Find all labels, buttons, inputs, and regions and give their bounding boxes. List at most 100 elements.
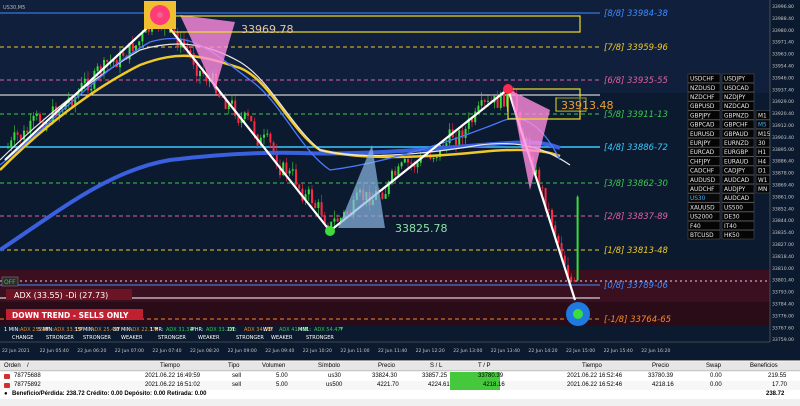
- symbol-label: USDJPY: [724, 77, 745, 83]
- column-header[interactable]: /: [27, 363, 29, 369]
- symbol-label: AUDUSD: [690, 178, 716, 184]
- column-header[interactable]: Tipo: [228, 363, 239, 369]
- candle-body: [16, 132, 19, 135]
- price-tick: 33886.40: [772, 159, 794, 165]
- candle-body: [320, 202, 323, 216]
- level-label: [0/8] 33789-06: [604, 281, 669, 291]
- symbol-label: EURUSD: [690, 132, 715, 138]
- price-tick: 33937.40: [772, 87, 794, 93]
- bottom-price-label: 33825.78: [395, 222, 448, 235]
- swap: 0.00: [710, 373, 722, 379]
- column-header[interactable]: Volumen: [262, 363, 285, 369]
- timeframe-strip: 1 MIN: ADX 25.50CHANGE5 MIN: ADX 33.55STRO…: [4, 327, 343, 341]
- timeframe-name: 4 HR:: [190, 327, 204, 333]
- symbol-label: F40: [690, 224, 701, 230]
- column-header[interactable]: Beneficios: [750, 363, 778, 369]
- time-tick: 22 Jun 13:00: [453, 348, 482, 354]
- price-chart[interactable]: US30,M5 [8/8] 33984-38 [7/8] 33959-96 [6…: [0, 0, 800, 360]
- symbol-label: IT40: [724, 224, 737, 230]
- summary-text: Beneficio/Pérdida: 238.72 Crédito: 0.00 …: [12, 391, 207, 397]
- time-tick: 22 Jun 09:00: [228, 348, 257, 354]
- candle-body: [7, 147, 9, 149]
- candle-body: [570, 276, 573, 281]
- price-tick: 33988.40: [772, 16, 794, 22]
- symbol: us30: [328, 373, 342, 379]
- price-tick: 33776.00: [772, 313, 794, 319]
- candle-body: [477, 105, 480, 112]
- volume: 5.00: [276, 382, 288, 388]
- trade-history-panel: Orden / Tiempo Tipo Volumen Símbolo Prec…: [0, 360, 800, 406]
- candle-body: [487, 100, 489, 102]
- column-header[interactable]: Orden: [4, 363, 21, 369]
- symbol-label: M5: [758, 123, 767, 129]
- candle-body: [122, 52, 125, 56]
- timeframe-state: STRONGER: [46, 335, 74, 341]
- symbol-label: W1: [758, 178, 768, 184]
- symbol-label: H4: [758, 159, 766, 165]
- column-header[interactable]: Precio: [378, 363, 395, 369]
- candle-body: [403, 158, 406, 163]
- symbol-label: HK50: [724, 233, 740, 239]
- symbol-label: NZDCAD: [724, 104, 750, 110]
- candle-body: [285, 162, 288, 174]
- close-time: 2021.06.22 16:52:46: [567, 382, 623, 388]
- symbol-label: EURCAD: [690, 150, 715, 156]
- symbol-label: CADJPY: [724, 169, 746, 175]
- level-label: [2/8] 33837-89: [604, 212, 668, 222]
- candle-body: [199, 70, 201, 77]
- candle-body: [547, 209, 550, 211]
- symbol-label: GBPCAD: [690, 123, 715, 129]
- close-price: 4218.16: [652, 382, 674, 388]
- timeframe-state: WEAKER: [271, 335, 293, 341]
- symbol-label: USDCHF: [690, 77, 714, 83]
- symbol-label: MN: [758, 187, 767, 193]
- column-header[interactable]: Símbolo: [318, 363, 340, 369]
- time-tick: 22 Jun 14:20: [528, 348, 557, 354]
- column-header[interactable]: Tiempo: [160, 363, 180, 369]
- candle-body: [39, 113, 41, 122]
- candle-body: [333, 218, 336, 222]
- table-row[interactable]: 78775688 2021.06.22 16:49:59 sell 5.00 u…: [0, 372, 800, 381]
- symbol-label: US30: [690, 196, 706, 202]
- order-icon: [4, 382, 10, 390]
- time-tick: 22 Jun 07:00: [115, 348, 144, 354]
- time-tick: 22 Jun 11:40: [378, 348, 407, 354]
- symbol-label: GBPJPY: [690, 113, 711, 119]
- price-tick: 33793.00: [772, 290, 794, 296]
- level-label: [7/8] 33959-96: [604, 43, 669, 53]
- symbol-label: NZDUSD: [690, 86, 716, 92]
- price-tick: 33980.00: [772, 28, 794, 34]
- level-label: [6/8] 33935-55: [604, 76, 668, 86]
- timeframe-state: STRONGER: [158, 335, 186, 341]
- timeframe-name: 1 HR:: [150, 327, 164, 333]
- column-header[interactable]: Precio: [652, 363, 669, 369]
- level-label: [5/8] 33911-13: [604, 110, 668, 120]
- column-header[interactable]: S / L: [430, 363, 442, 369]
- symbol-label: CHFJPY: [690, 159, 711, 165]
- candle-body: [263, 134, 265, 138]
- candle-body: [384, 194, 387, 199]
- price-tick: 33903.40: [772, 135, 794, 141]
- open-price: 4221.70: [377, 382, 399, 388]
- candle-body: [250, 115, 253, 122]
- candle-body: [96, 66, 99, 71]
- column-header[interactable]: Swap: [706, 363, 721, 369]
- timeframe-name: 1 MIN:: [4, 327, 20, 333]
- order-type: sell: [232, 373, 242, 379]
- candle-body: [410, 162, 413, 164]
- symbol-label: GBPCHF: [724, 123, 748, 129]
- column-header[interactable]: Tiempo: [582, 363, 602, 369]
- timeframe-state: WEAKER: [121, 335, 143, 341]
- close-time: 2021.06.22 16:52:46: [567, 373, 623, 379]
- candle-body: [131, 42, 134, 52]
- timeframe-name: MN1:: [298, 327, 311, 333]
- price-tick: 33878.00: [772, 171, 794, 177]
- column-header[interactable]: T / P: [478, 363, 491, 369]
- swing-low-dot: [325, 226, 335, 236]
- profit: 219.55: [768, 373, 787, 379]
- symbol-label: AUDCHF: [690, 187, 714, 193]
- table-row[interactable]: 78775892 2021.06.22 16:51:02 sell 5.00 u…: [0, 381, 800, 390]
- candle-body: [26, 130, 29, 133]
- candle-body: [288, 170, 291, 174]
- candle-body: [106, 59, 109, 63]
